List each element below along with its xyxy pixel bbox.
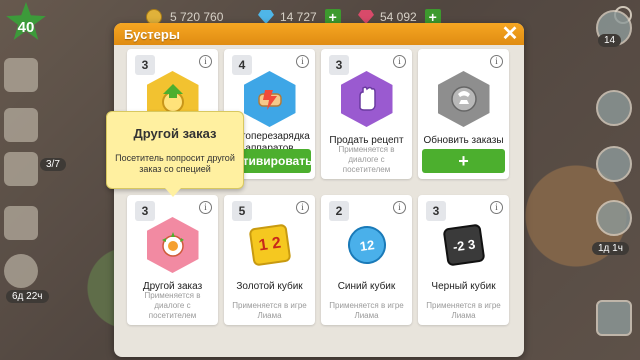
recharge-hand-icon (243, 71, 296, 127)
level-number: 40 (17, 18, 35, 36)
left-menu-button-4[interactable] (4, 206, 38, 240)
info-icon[interactable]: i (296, 201, 309, 214)
booster-card-gold-die[interactable]: 5 i 1 2 Золотой кубик Применяется в игре… (224, 195, 315, 325)
left-counter-badge: 3/7 (40, 158, 66, 171)
left-menu-button-2[interactable] (4, 108, 38, 142)
spice-order-icon (146, 217, 199, 273)
gems-value: 14 727 (280, 10, 317, 24)
buy-refresh-button[interactable]: + (422, 149, 505, 173)
close-button[interactable]: ✕ (500, 24, 520, 44)
booster-card-other-order[interactable]: 3 i Другой заказ Применяется в диалоге с… (127, 195, 218, 325)
panel-header: Бустеры (114, 23, 524, 45)
info-icon[interactable]: i (296, 55, 309, 68)
left-menu-button-3[interactable] (4, 152, 38, 186)
right-menu-button-3[interactable] (596, 146, 632, 182)
booster-usage-note: Применяется в игре Лиама (232, 301, 307, 320)
gold-die-icon: 1 2 (244, 217, 296, 273)
info-icon[interactable]: i (490, 201, 503, 214)
booster-tooltip: Другой заказ Посетитель попросит другой … (106, 111, 244, 197)
info-icon[interactable]: i (393, 55, 406, 68)
search-icon[interactable] (4, 254, 38, 288)
left-menu-button-1[interactable] (4, 58, 38, 92)
sell-hand-icon (340, 71, 393, 127)
gem-icon (258, 10, 274, 24)
left-timer-badge: 6д 22ч (6, 290, 49, 303)
booster-name: Обновить заказы (423, 135, 504, 146)
booster-usage-note: Применяется в диалоге с посетителем (144, 291, 201, 320)
info-icon[interactable]: i (199, 55, 212, 68)
right-menu-button-2[interactable] (596, 90, 632, 126)
booster-name: Синий кубик (337, 281, 396, 292)
info-icon[interactable]: i (490, 55, 503, 68)
booster-name: Золотой кубик (236, 281, 303, 292)
black-die-icon: -2 3 (438, 217, 490, 273)
booster-card-sell-recipe[interactable]: 3 i Продать рецепт Применяется в диалоге… (321, 49, 412, 179)
right-timer-badge: 1д 1ч (592, 242, 629, 255)
booster-name: Черный кубик (431, 281, 496, 292)
tooltip-text: Посетитель попросит другой заказ со спец… (115, 153, 235, 174)
info-icon[interactable]: i (199, 201, 212, 214)
booster-card-refresh-orders[interactable]: i Обновить заказы + (418, 49, 509, 179)
booster-card-blue-die[interactable]: 2 i 12 Синий кубик Применяется в игре Ли… (321, 195, 412, 325)
booster-usage-note: Применяется в диалоге с посетителем (338, 145, 395, 174)
cash-register-icon[interactable] (596, 300, 632, 336)
tooltip-title: Другой заказ (133, 126, 217, 141)
balloon-icon[interactable] (596, 200, 632, 236)
booster-usage-note: Применяется в игре Лиама (329, 301, 404, 320)
rubies-value: 54 092 (380, 10, 417, 24)
booster-card-black-die[interactable]: 3 i -2 3 Черный кубик Применяется в игре… (418, 195, 509, 325)
ruby-icon (358, 10, 374, 24)
panel-title: Бустеры (124, 26, 180, 42)
phone-refresh-icon (437, 71, 490, 127)
booster-usage-note: Применяется в игре Лиама (426, 301, 501, 320)
coins-value: 5 720 760 (170, 10, 224, 24)
notification-badge: 14 (598, 34, 622, 47)
info-icon[interactable]: i (393, 201, 406, 214)
blue-die-icon: 12 (341, 217, 393, 273)
